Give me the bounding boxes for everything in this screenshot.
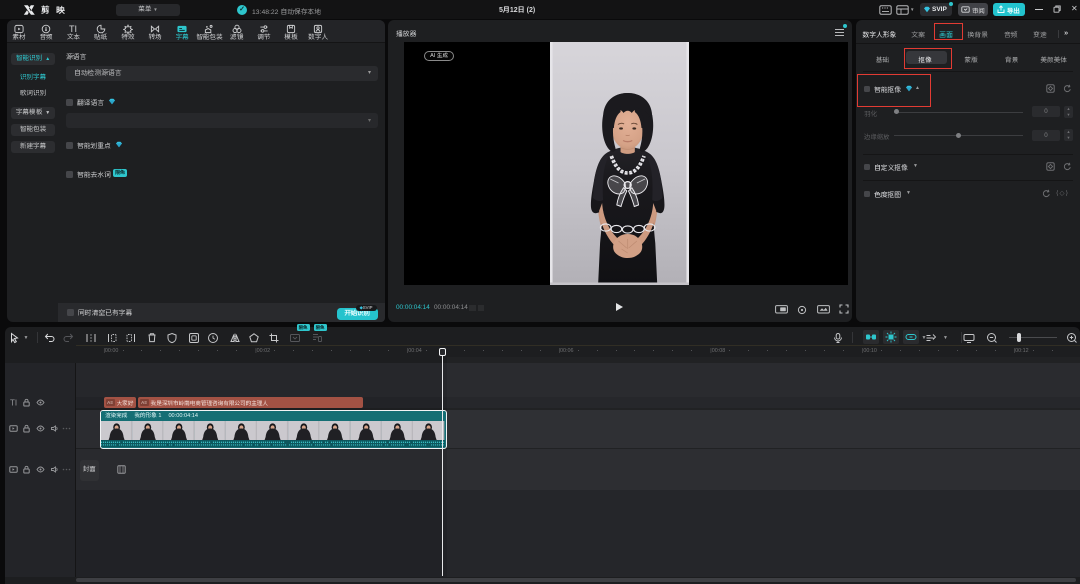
svg-text:TI: TI <box>69 24 77 34</box>
svg-text:TI: TI <box>10 398 17 407</box>
